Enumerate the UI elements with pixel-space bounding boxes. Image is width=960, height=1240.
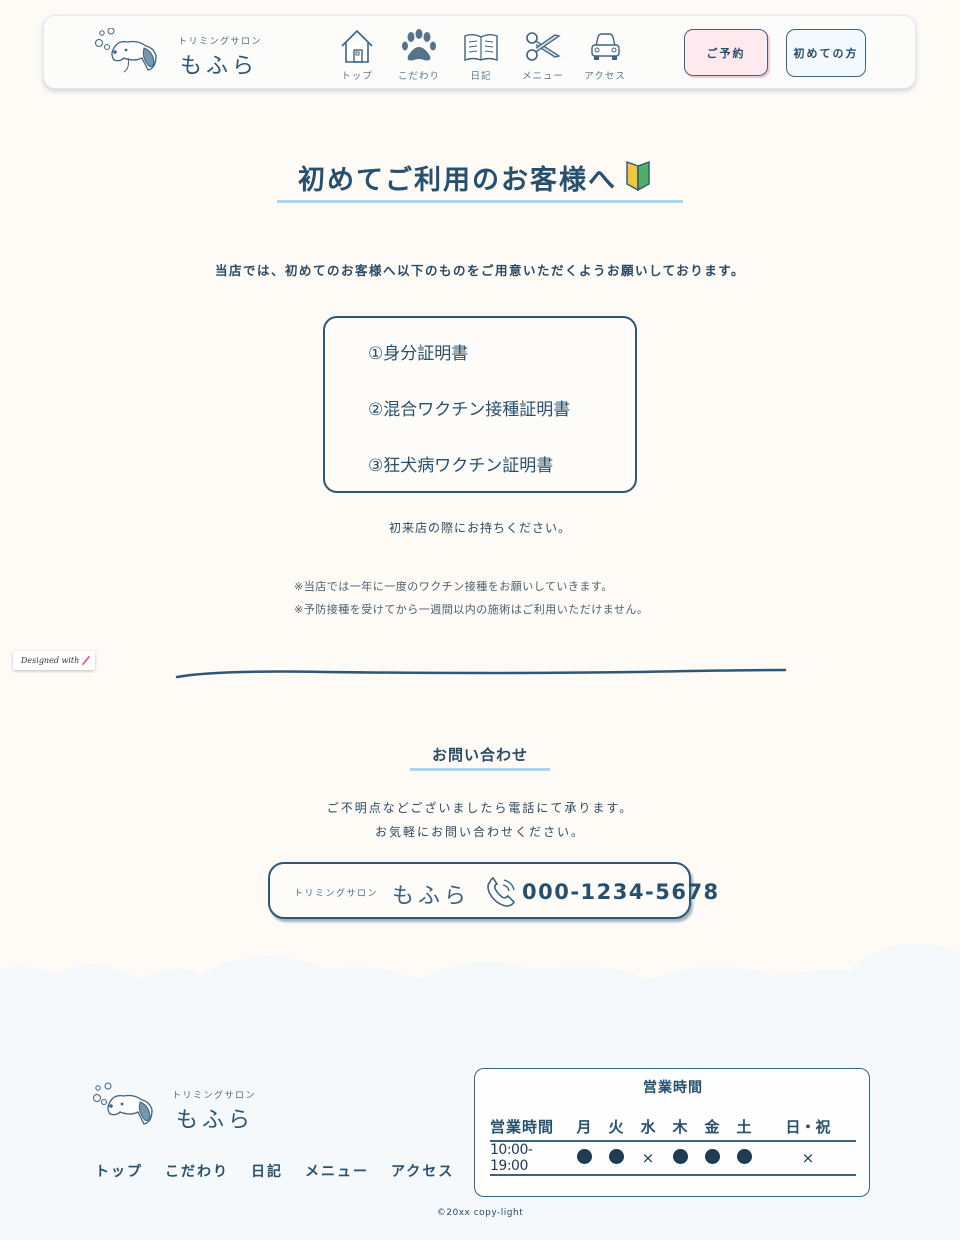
first-visit-button[interactable]: 初めての方 <box>786 29 866 77</box>
hours-row: 10:00-19:00 × × <box>490 1141 856 1176</box>
scissors-icon <box>526 32 561 61</box>
open-dot-icon <box>576 1148 592 1164</box>
status-cell <box>728 1141 760 1176</box>
status-cell <box>696 1141 728 1176</box>
phone-button[interactable]: トリミングサロン もふら 000-1234-5678 <box>268 862 718 919</box>
car-icon <box>591 33 620 60</box>
note-line: ※当店では一年に一度のワクチン接種をお願いしていきます。 <box>294 580 613 593</box>
hours-header-cell: 月 <box>568 1113 600 1142</box>
nav-label: トップ <box>341 71 373 82</box>
page-title: 初めてご利用のお客様へ <box>298 165 617 196</box>
hours-time: 10:00-19:00 <box>490 1141 568 1176</box>
reserve-button[interactable]: ご予約 <box>684 29 768 76</box>
open-dot-icon <box>736 1148 752 1164</box>
document-item: ③狂犬病ワクチン証明書 <box>368 456 554 476</box>
phone-icon <box>487 876 515 907</box>
designed-with-badge[interactable]: Designed with <box>13 651 95 670</box>
intro-lead-text: 当店では、初めてのお客様へ以下のものをご用意いただくようお願いしております。 <box>214 263 745 278</box>
document-item: ①身分証明書 <box>368 344 469 364</box>
document-item: ②混合ワクチン接種証明書 <box>368 400 571 420</box>
closed-cross-icon: × <box>801 1149 815 1167</box>
nav-label: メニュー <box>521 71 564 82</box>
nav-label: 日記 <box>470 71 492 82</box>
footer-nav-diary[interactable]: 日記 <box>251 1161 283 1181</box>
footer-nav: トップ こだわり 日記 メニュー アクセス <box>95 1161 476 1181</box>
required-documents-box: ①身分証明書 ②混合ワクチン接種証明書 ③狂犬病ワクチン証明書 <box>323 316 637 493</box>
status-cell <box>664 1141 696 1176</box>
paw-icon <box>402 29 436 61</box>
bring-instruction: 初来店の際にお持ちください。 <box>388 521 571 535</box>
closed-cross-icon: × <box>641 1149 655 1167</box>
hours-title: 営業時間 <box>643 1080 703 1096</box>
status-cell: × <box>760 1141 856 1176</box>
open-dot-icon <box>672 1148 688 1164</box>
book-icon <box>464 34 498 62</box>
nav-label: こだわり <box>397 71 440 82</box>
logo-subtitle: トリミングサロン <box>178 37 263 47</box>
footer-logo[interactable]: トリミングサロン もふら <box>90 1080 270 1133</box>
site-header: トリミングサロン もふら トップ こだわり 日記 メニュー アクセス ご予約 初… <box>43 15 916 89</box>
logo-subtitle: トリミングサロン <box>172 1091 257 1101</box>
contact-underline <box>410 768 550 771</box>
header-logo[interactable]: トリミングサロン もふら <box>94 28 274 79</box>
footer-nav-kodawari[interactable]: こだわり <box>165 1161 229 1181</box>
nav-item-top[interactable]: トップ <box>326 26 388 86</box>
logo-name: もふら <box>180 54 259 79</box>
hours-header-cell: 金 <box>696 1113 728 1142</box>
dog-logo-icon <box>93 1082 153 1125</box>
badge-text: Designed with <box>21 656 80 665</box>
nav-item-menu[interactable]: メニュー <box>512 26 574 86</box>
open-dot-icon <box>608 1148 624 1164</box>
pen-icon <box>81 655 91 666</box>
nav-item-diary[interactable]: 日記 <box>450 26 512 86</box>
footer-nav-top[interactable]: トップ <box>95 1161 143 1181</box>
hours-header-cell: 営業時間 <box>490 1113 568 1142</box>
hand-drawn-divider <box>175 668 787 679</box>
hours-header-cell: 日・祝 <box>760 1113 856 1142</box>
nav-item-access[interactable]: アクセス <box>574 26 636 86</box>
nav-item-kodawari[interactable]: こだわり <box>388 26 450 86</box>
phone-number: 000-1234-5678 <box>522 880 720 904</box>
logo-name: もふら <box>176 1108 255 1133</box>
status-cell <box>568 1141 600 1176</box>
contact-text: ご不明点などございましたら電話にて承ります。 お気軽にお問い合わせください。 <box>0 796 960 844</box>
business-hours-box: 営業時間 営業時間 月 火 水 木 金 土 日・祝 10:00-19:00 × … <box>474 1068 870 1197</box>
status-cell: × <box>632 1141 664 1176</box>
phone-salon-subtitle: トリミングサロン <box>294 889 379 899</box>
contact-line: ご不明点などございましたら電話にて承ります。 <box>326 801 634 815</box>
status-cell <box>600 1141 632 1176</box>
copyright: ©20xx copy-light <box>436 1208 524 1218</box>
hours-table: 営業時間 月 火 水 木 金 土 日・祝 10:00-19:00 × × <box>490 1113 856 1176</box>
note-line: ※予防接種を受けてから一週間以内の施術はご利用いただけません。 <box>294 603 649 616</box>
footer-nav-menu[interactable]: メニュー <box>305 1161 369 1181</box>
hours-header-cell: 木 <box>664 1113 696 1142</box>
open-dot-icon <box>704 1148 720 1164</box>
footer-nav-access[interactable]: アクセス <box>391 1161 454 1181</box>
title-underline <box>277 200 683 203</box>
house-icon <box>341 29 373 63</box>
phone-salon-name: もふら <box>392 884 471 909</box>
hours-header-cell: 火 <box>600 1113 632 1142</box>
beginner-mark-icon <box>626 161 650 192</box>
nav-label: アクセス <box>584 71 626 82</box>
notes: ※当店では一年に一度のワクチン接種をお願いしていきます。 ※予防接種を受けてから… <box>294 575 648 621</box>
hours-header-cell: 土 <box>728 1113 760 1142</box>
hours-header-cell: 水 <box>632 1113 664 1142</box>
dog-logo-icon <box>95 28 157 73</box>
cloud-decoration <box>0 944 960 1020</box>
contact-title: お問い合わせ <box>431 746 528 764</box>
hours-header-row: 営業時間 月 火 水 木 金 土 日・祝 <box>490 1113 856 1142</box>
main-nav: トップ こだわり 日記 メニュー アクセス <box>326 26 636 86</box>
contact-line: お気軽にお問い合わせください。 <box>374 825 585 839</box>
